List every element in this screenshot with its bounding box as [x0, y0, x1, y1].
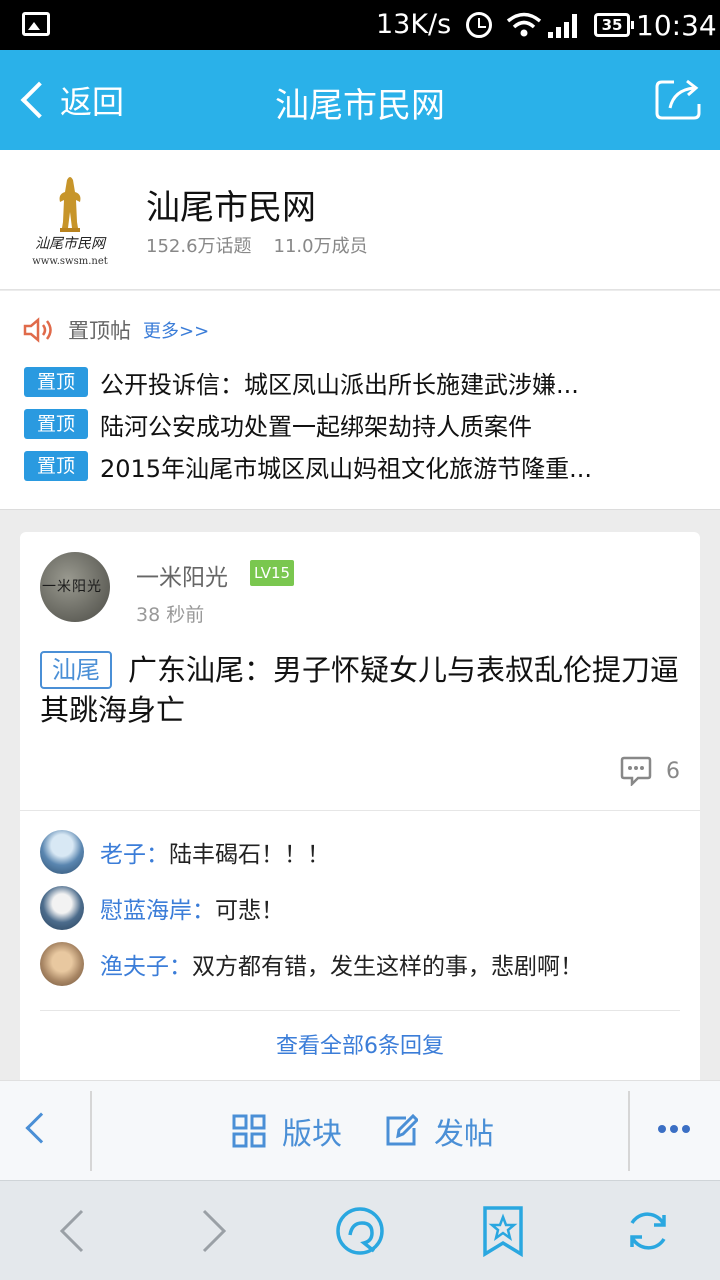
- view-all-replies-link[interactable]: 查看全部6条回复: [20, 1028, 700, 1060]
- image-icon: [22, 12, 50, 36]
- forum-header: 汕尾市民网 www.swsm.net 汕尾市民网 152.6万话题 11.0万成员: [0, 150, 720, 290]
- reply-item[interactable]: 渔夫子： 双方都有错，发生这样的事，悲剧啊！: [40, 942, 583, 986]
- forum-logo[interactable]: 汕尾市民网 www.swsm.net: [20, 170, 120, 270]
- edit-icon: [386, 1114, 418, 1146]
- pinned-section: 置顶帖 更多>> 置顶 公开投诉信：城区凤山派出所长施建武涉嫌... 置顶 陆河…: [0, 291, 720, 510]
- pinned-more-link[interactable]: 更多>>: [143, 317, 209, 343]
- divider: [628, 1091, 630, 1171]
- pinned-item-title: 陆河公安成功处置一起绑架劫持人质案件: [100, 412, 532, 441]
- divider: [20, 810, 700, 811]
- forum-stats: 152.6万话题 11.0万成员: [146, 232, 368, 258]
- nav-bar: 返回 汕尾市民网: [0, 50, 720, 150]
- author-avatar[interactable]: [40, 552, 110, 622]
- grid-icon: [232, 1114, 266, 1148]
- pinned-header: 置顶帖 更多>>: [22, 315, 209, 345]
- clock: 10:34: [636, 9, 717, 42]
- level-badge: LV15: [250, 560, 295, 586]
- reply-text: 陆丰碣石！！！: [169, 842, 330, 868]
- author-name[interactable]: 一米阳光: [136, 558, 228, 592]
- pinned-badge: 置顶: [24, 367, 88, 397]
- reply-text: 双方都有错，发生这样的事，悲剧啊！: [192, 954, 583, 980]
- post-title-text: 广东汕尾：男子怀疑女儿与表叔乱伦提刀逼其跳海身亡: [40, 653, 680, 727]
- comment-count: 6: [666, 758, 680, 784]
- refresh-icon[interactable]: [624, 1207, 672, 1255]
- logo-url: www.swsm.net: [32, 256, 108, 267]
- share-icon[interactable]: [654, 78, 702, 122]
- new-post-button[interactable]: 发帖: [384, 1109, 494, 1153]
- pinned-label: 置顶帖: [68, 319, 131, 343]
- pinned-item[interactable]: 置顶 2015年汕尾市城区凤山妈祖文化旅游节隆重...: [24, 449, 704, 483]
- page-title: 汕尾市民网: [275, 86, 445, 126]
- browser-nav-bar: [0, 1180, 720, 1280]
- divider: [90, 1091, 92, 1171]
- pinned-badge: 置顶: [24, 409, 88, 439]
- net-speed: 13K/s: [376, 9, 452, 40]
- member-count: 11.0万成员: [273, 236, 368, 257]
- reply-text: 可悲！: [215, 898, 284, 924]
- forum-name: 汕尾市民网: [146, 188, 316, 228]
- sections-button[interactable]: 版块: [232, 1109, 342, 1153]
- wifi-icon: [506, 12, 542, 37]
- pinned-item-title: 公开投诉信：城区凤山派出所长施建武涉嫌...: [100, 370, 579, 399]
- new-post-label: 发帖: [434, 1117, 494, 1152]
- logo-text: 汕尾市民网: [35, 236, 107, 252]
- pinned-item-title: 2015年汕尾市城区凤山妈祖文化旅游节隆重...: [100, 454, 592, 483]
- alarm-icon: [466, 12, 492, 38]
- reply-avatar[interactable]: [40, 942, 84, 986]
- pinned-item[interactable]: 置顶 陆河公安成功处置一起绑架劫持人质案件: [24, 407, 704, 441]
- reply-author[interactable]: 渔夫子: [100, 947, 169, 981]
- back-arrow-icon[interactable]: [56, 1209, 88, 1253]
- reply-item[interactable]: 慰蓝海岸： 可悲！: [40, 886, 284, 930]
- pinned-item[interactable]: 置顶 公开投诉信：城区凤山派出所长施建武涉嫌...: [24, 365, 704, 399]
- post-card[interactable]: 一米阳光 LV15 38 秒前 汕尾广东汕尾：男子怀疑女儿与表叔乱伦提刀逼其跳海…: [20, 532, 700, 1092]
- chevron-left-icon[interactable]: [25, 1112, 57, 1144]
- status-bar: 13K/s 35 10:34: [0, 0, 720, 50]
- speaker-icon: [23, 317, 52, 343]
- sections-label: 版块: [282, 1117, 342, 1152]
- divider: [40, 1010, 680, 1011]
- qq-home-icon[interactable]: [332, 1205, 388, 1259]
- comment-button[interactable]: 6: [620, 756, 680, 786]
- more-icon[interactable]: [658, 1125, 690, 1133]
- post-title[interactable]: 汕尾 广东汕尾：男子怀疑女儿与表叔乱伦提刀逼其跳海身亡: [40, 650, 680, 730]
- reply-avatar[interactable]: [40, 830, 84, 874]
- comment-icon: [620, 756, 652, 786]
- post-time: 38 秒前: [136, 604, 205, 626]
- topic-count: 152.6万话题: [146, 236, 252, 257]
- signal-icon: [548, 14, 582, 38]
- topic-tag[interactable]: 汕尾: [40, 651, 112, 689]
- battery-icon: 35: [594, 13, 634, 37]
- reply-avatar[interactable]: [40, 886, 84, 930]
- forum-toolbar: 版块 发帖: [0, 1080, 720, 1180]
- reply-author[interactable]: 老子: [100, 835, 146, 869]
- pinned-badge: 置顶: [24, 451, 88, 481]
- forward-arrow-icon[interactable]: [198, 1209, 230, 1253]
- reply-item[interactable]: 老子： 陆丰碣石！！！: [40, 830, 330, 874]
- bookmark-icon[interactable]: [482, 1205, 524, 1257]
- reply-author[interactable]: 慰蓝海岸: [100, 891, 192, 925]
